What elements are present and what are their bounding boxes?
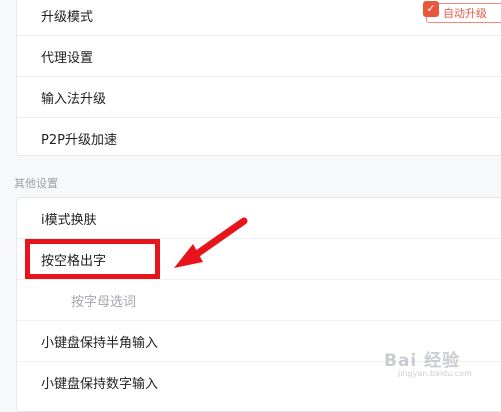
red-arrow-annotation-icon [174, 217, 248, 268]
